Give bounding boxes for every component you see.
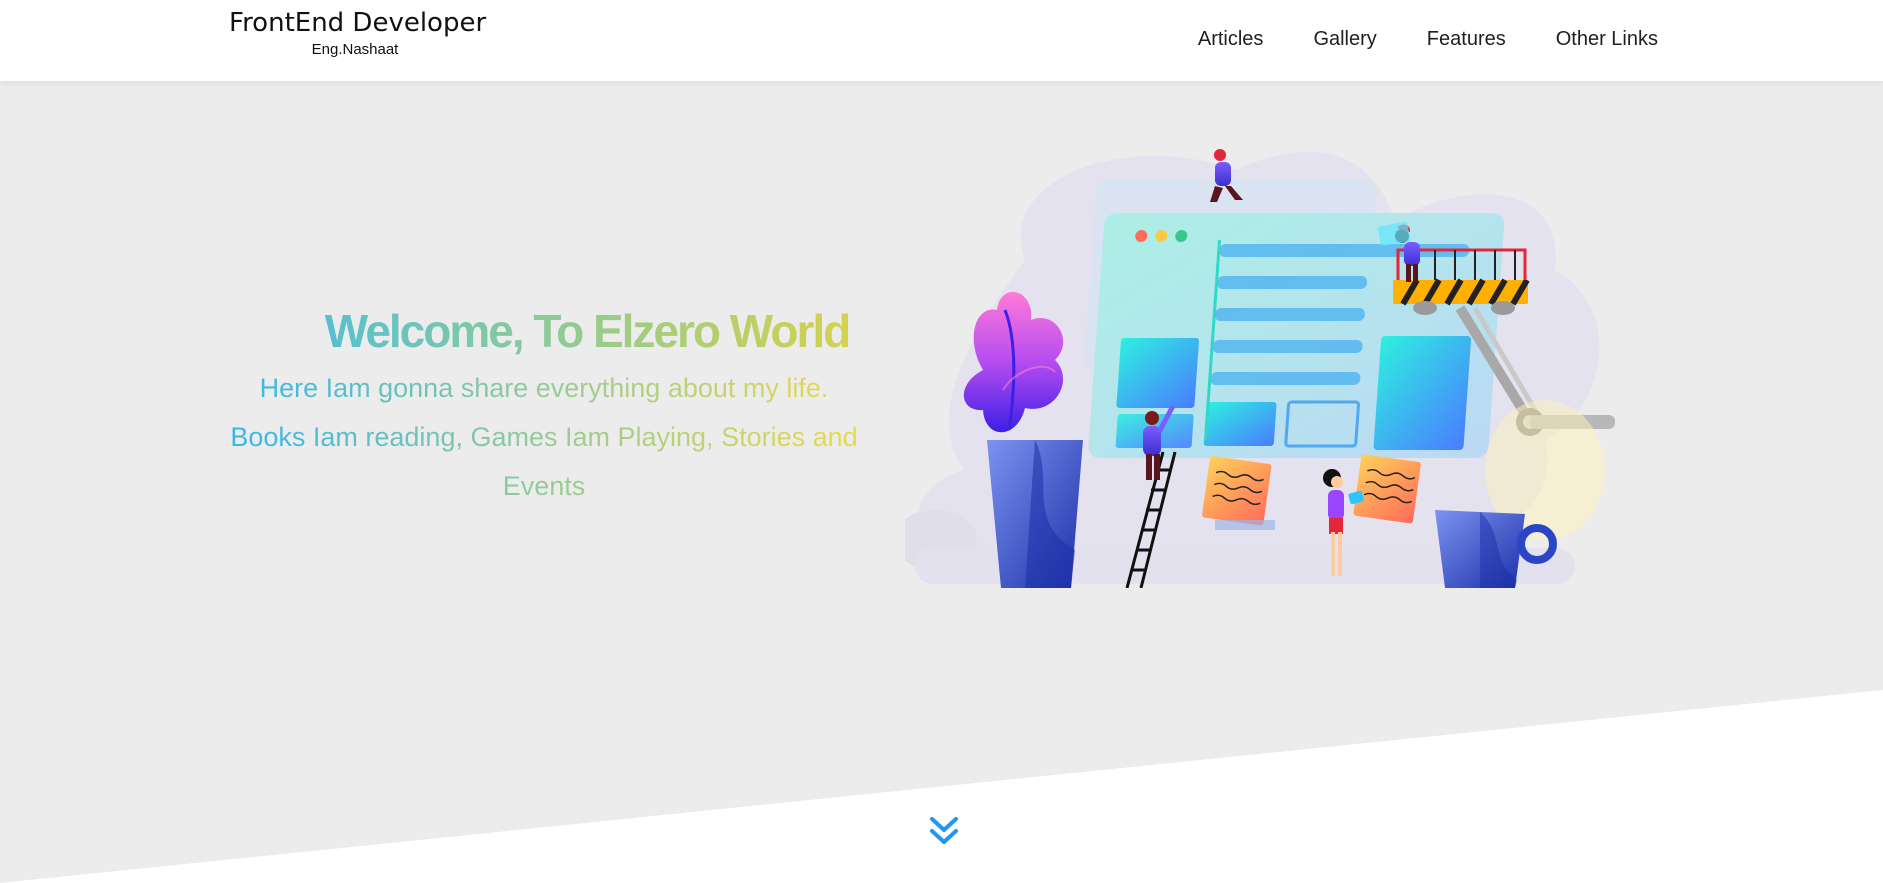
hero-text: Welcome, To Elzero World Here Iam gonna …	[229, 300, 859, 511]
nav-link-gallery[interactable]: Gallery	[1313, 28, 1376, 51]
site-header: FrontEnd Developer Eng.Nashaat Articles …	[0, 0, 1883, 81]
hero-title: Welcome, To Elzero World	[229, 300, 859, 362]
hero-description: Here Iam gonna share everything about my…	[229, 364, 859, 511]
logo-title: FrontEnd Developer	[229, 8, 487, 38]
web-development-illustration-icon	[905, 149, 1615, 588]
nav-link-articles[interactable]: Articles	[1198, 28, 1264, 51]
site-logo[interactable]: FrontEnd Developer Eng.Nashaat	[229, 6, 487, 59]
nav-link-features[interactable]: Features	[1427, 28, 1506, 51]
logo-subtitle: Eng.Nashaat	[311, 41, 399, 58]
main-nav: Articles Gallery Features Other Links	[1198, 0, 1658, 78]
nav-link-other-links[interactable]: Other Links	[1556, 28, 1658, 51]
double-chevron-down-icon[interactable]	[928, 815, 960, 847]
